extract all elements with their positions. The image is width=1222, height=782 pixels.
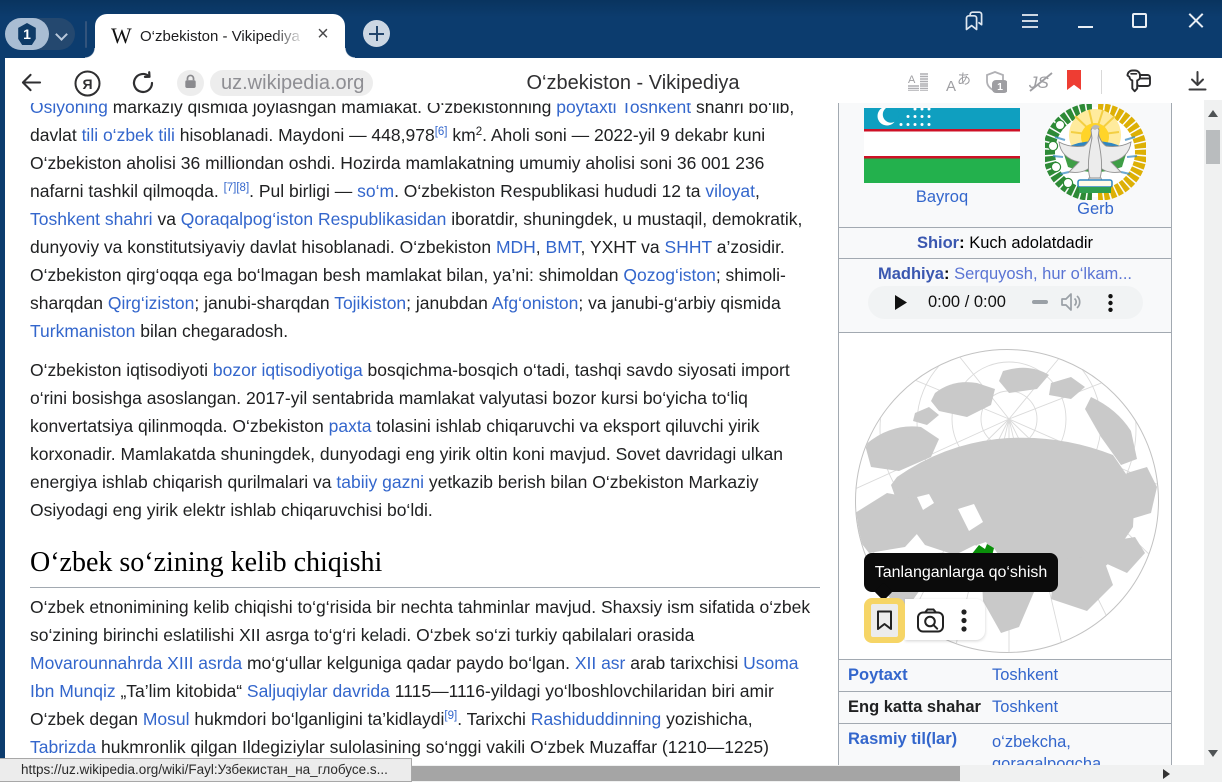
svg-text:A: A (908, 74, 916, 86)
svg-text:1: 1 (997, 81, 1003, 93)
svg-text:あ: あ (957, 71, 971, 87)
svg-text:A: A (946, 78, 956, 93)
